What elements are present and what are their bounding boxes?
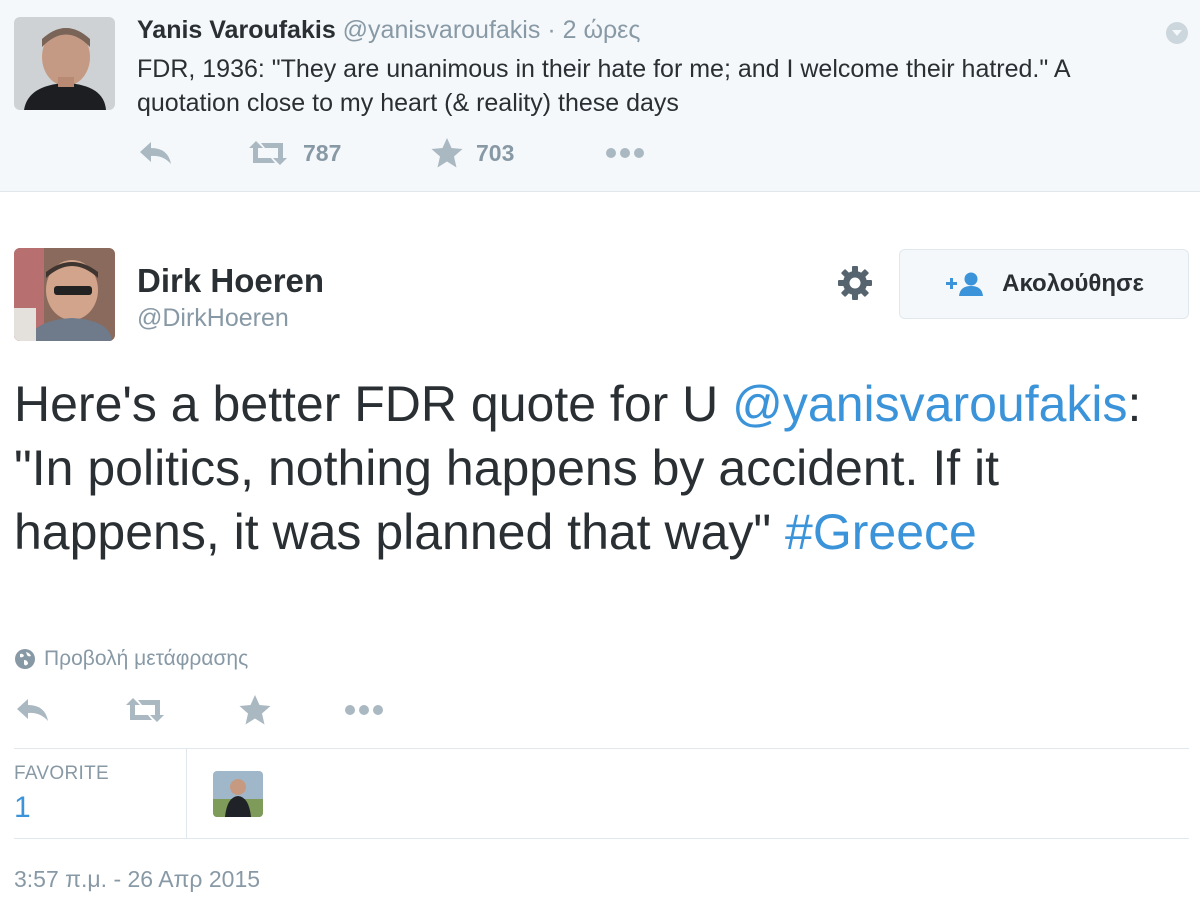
parent-author-handle[interactable]: @yanisvaroufakis: [343, 16, 541, 44]
add-user-icon: [944, 271, 984, 297]
reply-icon: [140, 142, 171, 164]
star-icon: [431, 138, 463, 168]
tweet-timestamp[interactable]: 3:57 π.μ. - 26 Απρ 2015: [14, 866, 260, 893]
retweet-count: 787: [303, 139, 342, 166]
reply-button[interactable]: [137, 136, 175, 170]
parent-avatar[interactable]: [14, 17, 115, 110]
main-actions: [14, 693, 514, 727]
parent-actions: 787 703: [137, 136, 837, 170]
follow-button[interactable]: Ακολούθησε: [899, 249, 1189, 319]
more-button[interactable]: [342, 693, 386, 727]
more-dots-icon: [345, 705, 383, 715]
retweet-button[interactable]: [122, 693, 168, 727]
user-avatar-icon: [14, 248, 115, 341]
main-tweet-text: Here's a better FDR quote for U @yanisva…: [14, 372, 1184, 564]
main-avatar[interactable]: [14, 248, 115, 341]
favorite-stat-count[interactable]: 1: [14, 791, 31, 825]
parent-header: Yanis Varoufakis @yanisvaroufakis · 2 ώρ…: [137, 16, 640, 45]
gear-icon: [838, 266, 872, 300]
mention-link[interactable]: @yanisvaroufakis: [732, 376, 1127, 432]
more-caret-icon[interactable]: [1166, 22, 1188, 44]
star-icon: [239, 695, 271, 725]
parent-author-name[interactable]: Yanis Varoufakis: [137, 16, 336, 44]
reply-button[interactable]: [14, 693, 52, 727]
favoriter-avatar[interactable]: [213, 771, 263, 817]
retweet-icon: [249, 141, 287, 165]
parent-time[interactable]: 2 ώρες: [563, 16, 641, 44]
separator-dot: ·: [547, 16, 556, 44]
favorite-button[interactable]: [238, 693, 272, 727]
more-button[interactable]: [603, 136, 647, 170]
more-dots-icon: [606, 148, 644, 158]
settings-button[interactable]: [835, 263, 875, 303]
user-avatar-icon: [213, 771, 263, 817]
view-translation-label: Προβολή μετάφρασης: [44, 647, 249, 670]
retweet-button[interactable]: 787: [245, 136, 341, 170]
tweet-stats: FAVORITE 1: [14, 749, 1189, 838]
favorite-stat-label: FAVORITE: [14, 763, 109, 784]
globe-icon: [15, 649, 35, 669]
view-translation-link[interactable]: Προβολή μετάφρασης: [14, 647, 248, 671]
favorite-button[interactable]: 703: [430, 136, 514, 170]
user-avatar-icon: [14, 17, 115, 110]
reply-icon: [17, 699, 48, 721]
main-author-handle[interactable]: @DirkHoeren: [137, 304, 289, 333]
follow-label: Ακολούθησε: [1002, 270, 1144, 297]
retweet-icon: [126, 698, 164, 722]
hashtag-link[interactable]: #Greece: [785, 504, 977, 560]
tweet-text-part: Here's a better FDR quote for U: [14, 376, 733, 432]
main-author-name[interactable]: Dirk Hoeren: [137, 262, 324, 300]
favorite-count: 703: [476, 139, 515, 166]
divider: [14, 838, 1189, 839]
parent-tweet[interactable]: Yanis Varoufakis @yanisvaroufakis · 2 ώρ…: [0, 0, 1200, 192]
favorite-stat[interactable]: FAVORITE 1: [14, 749, 187, 838]
parent-tweet-text: FDR, 1936: "They are unanimous in their …: [137, 55, 1070, 117]
